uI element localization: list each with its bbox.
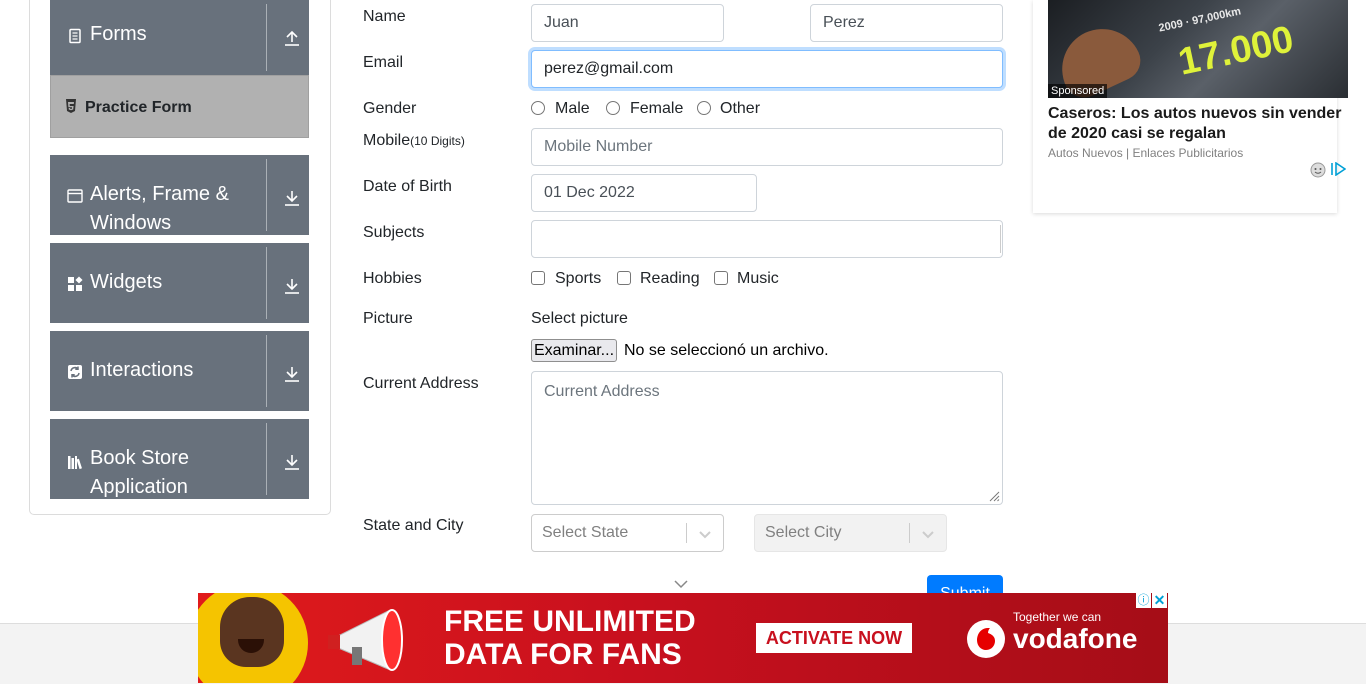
dob-input[interactable]: 01 Dec 2022 [531,174,757,212]
gender-other-label[interactable]: Other [720,100,760,118]
hobby-music-checkbox[interactable] [714,271,728,285]
sidebar-group-interactions-label: Interactions [90,359,194,381]
address-placeholder: Current Address [544,383,660,400]
dob-label: Date of Birth [363,178,452,195]
arrow-down-icon[interactable] [283,189,301,207]
gender-other-radio[interactable] [697,101,711,115]
arrow-up-icon[interactable] [283,29,301,47]
mobile-hint: (10 Digits) [410,134,465,148]
email-input[interactable]: perez@gmail.com [531,50,1003,88]
ad-price-text: 17.000 [1174,18,1298,84]
state-select[interactable]: Select State [531,514,724,552]
banner-line-1: FREE UNLIMITED [444,605,696,638]
ad-info-icon[interactable]: ⓘ [1136,593,1151,608]
divider [909,523,910,543]
sponsored-badge: Sponsored [1048,84,1108,98]
arrow-down-icon[interactable] [283,365,301,383]
city-select: Select City [754,514,947,552]
banner-line-2: DATA FOR FANS [444,638,682,671]
gender-female-label[interactable]: Female [630,100,683,118]
books-icon [68,456,82,470]
interactions-icon [68,365,82,379]
hobby-reading-label[interactable]: Reading [640,270,700,288]
sidebar-group-interactions[interactable]: Interactions [50,331,309,411]
ad-face-icon [1310,162,1326,178]
mobile-label: Mobile(10 Digits) [363,132,465,150]
arrow-down-icon[interactable] [283,453,301,471]
sidebar-group-alerts-label: Alerts, Frame & Windows [90,183,229,234]
banner-person-face [220,597,284,667]
chevron-down-icon[interactable] [674,579,688,589]
html5-icon [66,99,76,113]
subjects-input[interactable] [531,220,1003,258]
subjects-caret [1000,225,1001,253]
sidebar-group-forms[interactable]: Forms [50,0,309,75]
hobby-music-label[interactable]: Music [737,270,779,288]
email-label: Email [363,54,404,71]
gender-label: Gender [363,100,417,117]
divider [266,159,267,231]
divider [686,523,687,543]
state-city-label: State and City [363,517,464,534]
hobby-sports-checkbox[interactable] [531,271,545,285]
state-select-placeholder: Select State [542,524,629,541]
sidebar-group-widgets-label: Widgets [90,271,163,293]
name-label: Name [363,8,406,25]
browse-file-button[interactable]: Examinar... [531,339,617,362]
sidebar-group-bookstore-label: Book Store Application [90,447,189,498]
window-icon [67,189,83,203]
gender-male-label[interactable]: Male [555,100,590,118]
vodafone-logo-icon [967,620,1005,658]
current-address-textarea[interactable]: Current Address [531,371,1003,505]
address-label: Current Address [363,375,479,392]
sponsored-ad-card[interactable]: 2009 · 97,000km 17.000 Sponsored Caseros… [1033,0,1348,213]
divider [266,335,267,407]
arrow-down-icon[interactable] [283,277,301,295]
first-name-input[interactable]: Juan [531,4,724,42]
picture-label: Picture [363,310,413,327]
file-status-text: No se seleccionó un archivo. [624,342,829,359]
adchoices-icon[interactable] [1330,162,1346,176]
hobbies-label: Hobbies [363,270,422,287]
banner-tagline: Together we can [1013,610,1102,624]
select-picture-label: Select picture [531,310,628,327]
last-name-input[interactable]: Perez [810,4,1003,42]
gender-male-radio[interactable] [531,101,545,115]
forms-icon [69,28,81,44]
gender-female-radio[interactable] [606,101,620,115]
ad-headline[interactable]: Caseros: Los autos nuevos sin vender de … [1048,104,1348,144]
sidebar-group-alerts[interactable]: Alerts, Frame & Windows [50,155,309,235]
ad-source[interactable]: Autos Nuevos | Enlaces Publicitarios [1048,146,1243,160]
mobile-label-text: Mobile [363,132,411,149]
city-select-placeholder: Select City [765,524,842,541]
banner-ad[interactable]: FREE UNLIMITED DATA FOR FANS ACTIVATE NO… [198,593,1168,683]
divider [266,4,267,71]
hobby-reading-checkbox[interactable] [617,271,631,285]
sidebar-item-practice-form[interactable]: Practice Form [50,75,309,138]
divider [266,423,267,495]
banner-brand: vodafone [1013,623,1138,654]
chevron-down-icon [699,531,711,539]
megaphone-icon [328,609,403,671]
chevron-down-icon [922,531,934,539]
sidebar-group-bookstore[interactable]: Book Store Application [50,419,309,499]
sidebar-group-forms-label: Forms [90,23,147,45]
resize-handle-icon[interactable] [988,490,1000,502]
ad-close-icon[interactable]: ✕ [1152,593,1167,608]
ad-image[interactable]: 2009 · 97,000km 17.000 Sponsored [1048,0,1348,98]
activate-now-button[interactable]: ACTIVATE NOW [756,623,912,653]
divider [266,247,267,319]
subjects-label: Subjects [363,224,425,241]
widgets-icon [68,276,83,291]
sidebar-group-widgets[interactable]: Widgets [50,243,309,323]
sidebar-item-label: Practice Form [85,99,192,116]
hobby-sports-label[interactable]: Sports [555,270,601,288]
mobile-input[interactable]: Mobile Number [531,128,1003,166]
